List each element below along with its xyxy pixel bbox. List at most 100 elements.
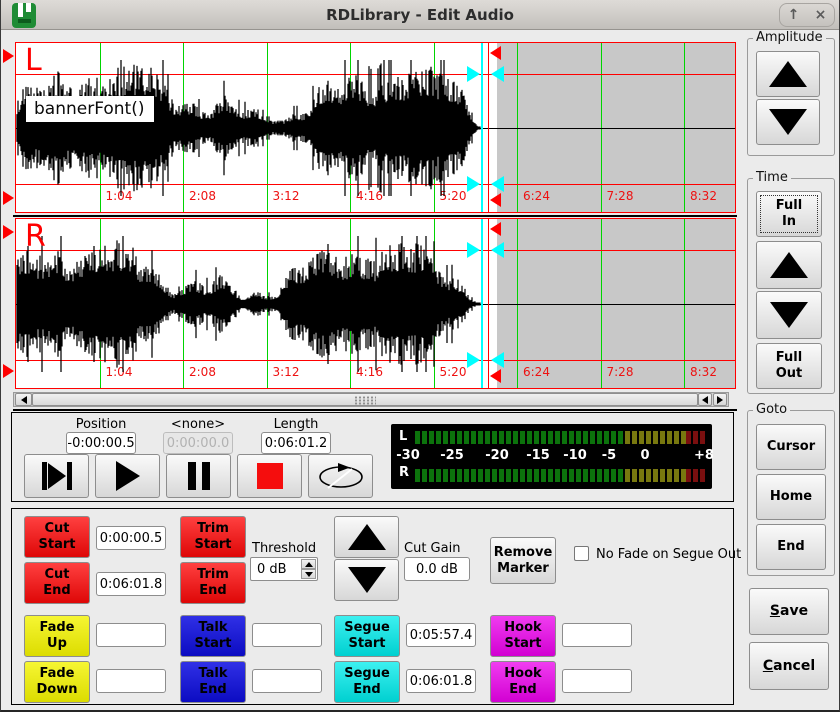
talk-end-field[interactable] [252, 669, 322, 693]
waveform-scrollbar[interactable] [13, 392, 729, 407]
cut-gain-label: Cut Gain [404, 541, 460, 556]
length-field[interactable]: 0:06:01.2 [261, 432, 331, 454]
segue-start-line[interactable] [481, 219, 483, 388]
time-full-out-button[interactable]: Full Out [756, 343, 822, 389]
fade-up-button[interactable]: Fade Up [24, 615, 90, 657]
segue-end-marker-icon[interactable] [491, 66, 504, 82]
trim-end-button[interactable]: Trim End [180, 562, 246, 604]
segue-end-marker-icon[interactable] [491, 352, 504, 368]
left-arrow-icon [702, 396, 708, 404]
remove-marker-button[interactable]: Remove Marker [490, 537, 556, 584]
hook-end-field[interactable] [562, 669, 632, 693]
spin-up-button[interactable] [301, 559, 316, 569]
marker-name-label: <none> [143, 417, 253, 432]
segue-start-field[interactable]: 0:05:57.4 [406, 623, 476, 647]
talk-end-button[interactable]: Talk End [180, 661, 246, 703]
waveform-bottom-line [13, 409, 737, 411]
segue-start-line[interactable] [481, 43, 483, 212]
cut-end-field[interactable]: 0:06:01.8 [96, 572, 166, 596]
segue-end-marker-icon[interactable] [491, 176, 504, 192]
length-label: Length [241, 417, 351, 432]
amplitude-up-button[interactable] [756, 51, 820, 97]
cut-start-button[interactable]: Cut Start [24, 516, 90, 558]
time-group-label: Time [753, 170, 791, 185]
no-fade-label: No Fade on Segue Out [596, 547, 741, 562]
cut-end-line[interactable] [488, 219, 489, 388]
cut-gain-field[interactable]: 0.0 dB [404, 557, 470, 581]
meter-scale-label: -30 [396, 448, 420, 463]
time-full-in-button[interactable]: Full In [756, 191, 822, 237]
segue-start-marker-icon[interactable] [467, 66, 480, 82]
meter-scale-label: -10 [563, 448, 587, 463]
stop-button[interactable] [237, 454, 302, 498]
window-title: RDLibrary - Edit Audio [1, 6, 839, 24]
titlebar[interactable]: RDLibrary - Edit Audio ↑ × [1, 0, 839, 30]
cut-start-marker-icon[interactable] [3, 225, 14, 239]
goto-cursor-button[interactable]: Cursor [756, 424, 826, 470]
cut-end-marker-icon[interactable] [490, 369, 501, 383]
scroll-right-button[interactable] [713, 393, 727, 406]
time-zoom-in-button[interactable] [756, 241, 822, 289]
hook-end-button[interactable]: Hook End [490, 661, 556, 703]
cut-start-marker-icon[interactable] [3, 364, 14, 378]
scrollbar-thumb[interactable] [32, 393, 698, 406]
segue-end-field[interactable]: 0:06:01.8 [406, 669, 476, 693]
maximize-button[interactable]: ↑ [788, 8, 800, 22]
meter-left-bar [415, 431, 706, 444]
cut-end-marker-icon[interactable] [490, 46, 501, 60]
waveform-area: L bannerFont() 1:042:083:124:165:206:247… [1, 30, 743, 412]
hook-start-button[interactable]: Hook Start [490, 615, 556, 657]
right-channel-label: R [25, 219, 46, 255]
waveform-right-channel[interactable]: R 1:042:083:124:165:206:247:288:32 [15, 218, 736, 389]
segue-end-marker-icon[interactable] [491, 242, 504, 258]
cut-end-line[interactable] [488, 43, 489, 212]
loop-button[interactable] [308, 454, 373, 498]
play-button[interactable] [95, 454, 160, 498]
waveform-left-channel[interactable]: L bannerFont() 1:042:083:124:165:206:247… [15, 42, 736, 213]
up-arrow-icon [305, 562, 313, 567]
no-fade-checkbox[interactable] [574, 546, 589, 561]
trim-start-button[interactable]: Trim Start [180, 516, 246, 558]
play-icon [48, 463, 66, 489]
banner-font-overlay: bannerFont() [26, 96, 154, 122]
cut-end-marker-icon[interactable] [490, 193, 501, 207]
pause-button[interactable] [166, 454, 231, 498]
gain-up-button[interactable] [334, 516, 399, 558]
talk-start-field[interactable] [252, 623, 322, 647]
channel-separator [13, 215, 737, 217]
talk-start-button[interactable]: Talk Start [180, 615, 246, 657]
threshold-spinbox[interactable]: 0 dB [250, 557, 318, 581]
waveform-plot [16, 219, 482, 389]
spin-down-button[interactable] [301, 569, 316, 579]
threshold-value: 0 dB [257, 558, 287, 580]
fade-down-button[interactable]: Fade Down [24, 661, 90, 703]
markers-panel: Cut Start 0:00:00.5 Cut End 0:06:01.8 Tr… [11, 508, 734, 705]
hook-start-field[interactable] [562, 623, 632, 647]
cut-end-button[interactable]: Cut End [24, 562, 90, 604]
segue-start-button[interactable]: Segue Start [334, 615, 400, 657]
fade-down-field[interactable] [96, 669, 166, 693]
segue-start-marker-icon[interactable] [467, 242, 480, 258]
close-button[interactable]: × [815, 8, 827, 22]
amplitude-down-button[interactable] [756, 99, 820, 145]
play-from-start-button[interactable] [24, 454, 89, 498]
goto-end-button[interactable]: End [756, 524, 826, 570]
gain-down-button[interactable] [334, 559, 399, 601]
scroll-left-button-2[interactable] [698, 393, 712, 406]
scroll-left-button[interactable] [15, 393, 32, 406]
cut-start-marker-icon[interactable] [3, 49, 14, 63]
segue-start-marker-icon[interactable] [467, 352, 480, 368]
segue-start-marker-icon[interactable] [467, 176, 480, 192]
segue-end-button[interactable]: Segue End [334, 661, 400, 703]
save-button[interactable]: Save [749, 588, 829, 635]
cut-start-field[interactable]: 0:00:00.5 [96, 526, 166, 550]
cut-end-marker-icon[interactable] [490, 222, 501, 236]
cancel-button[interactable]: Cancel [749, 642, 829, 690]
threshold-label: Threshold [252, 541, 316, 556]
fade-up-field[interactable] [96, 623, 166, 647]
position-field[interactable]: -0:00:00.5 [66, 432, 136, 454]
meter-scale-label: -20 [485, 448, 509, 463]
goto-home-button[interactable]: Home [756, 474, 826, 520]
time-zoom-out-button[interactable] [756, 291, 822, 339]
cut-start-marker-icon[interactable] [3, 191, 14, 205]
